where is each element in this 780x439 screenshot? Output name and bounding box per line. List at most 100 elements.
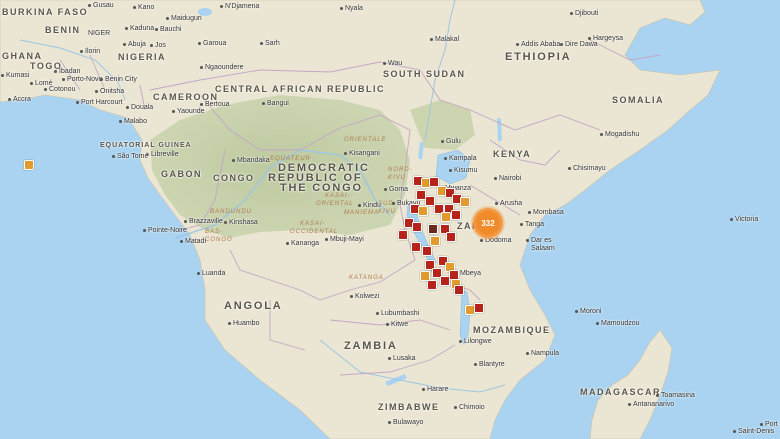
city-label-cotonou: Cotonou	[44, 86, 75, 94]
city-label-kisangani: Kisangani	[344, 150, 380, 158]
city-label-port-louis: Port L	[760, 421, 780, 429]
city-label-nyala: Nyala	[340, 5, 363, 13]
country-label-equatorial-guinea: EQUATORIAL GUINEA	[100, 142, 192, 149]
city-label-goma: Goma	[384, 186, 408, 194]
region-label-kasai-or-1: KASAI-	[325, 193, 351, 199]
project-marker[interactable]	[428, 224, 438, 234]
country-label-angola: ANGOLA	[224, 300, 283, 312]
city-label-mbuji-mayi: Mbuji-Mayi	[325, 236, 364, 244]
city-label-bauchi: Bauchi	[155, 26, 181, 34]
project-marker[interactable]	[451, 210, 461, 220]
city-label-antananarivo: Antananarivo	[628, 401, 674, 409]
city-label-ngaoundere: Ngaoundere	[200, 64, 244, 72]
country-label-kenya: KENYA	[493, 149, 532, 159]
city-label-gusau: Gusau	[88, 2, 114, 10]
region-label-kasai-occ-2: OCCIDENTAL	[290, 229, 339, 235]
city-label-saint-denis: Saint-Denis	[733, 428, 774, 436]
country-label-ethiopia: ETHIOPIA	[505, 51, 572, 63]
project-marker[interactable]	[427, 280, 437, 290]
city-label-accra: Accra	[8, 96, 31, 104]
project-marker[interactable]	[440, 276, 450, 286]
project-marker[interactable]	[24, 160, 34, 170]
project-marker[interactable]	[474, 303, 484, 313]
city-label-mogadishu: Mogadishu	[600, 131, 639, 139]
city-label-maiduguri: Maiduguri	[166, 15, 202, 23]
city-label-ndjamena: N'Djamena	[220, 3, 259, 11]
country-label-south-sudan: SOUTH SUDAN	[383, 69, 466, 79]
city-label-onitsha: Onitsha	[95, 88, 124, 96]
region-label-bas-congo-2: CONGO	[205, 237, 233, 243]
project-marker[interactable]	[411, 242, 421, 252]
region-label-maniema: MANIEMA	[344, 210, 380, 216]
city-label-kitwe: Kitwe	[386, 321, 408, 329]
country-label-madagascar: MADAGASCAR	[580, 387, 661, 397]
city-label-chimoio: Chimoio	[454, 404, 485, 412]
city-label-addis-ababa: Addis Ababa	[516, 41, 560, 49]
marker-cluster[interactable]: 332	[473, 208, 503, 238]
country-label-zimbabwe: ZIMBABWE	[378, 402, 440, 412]
region-label-nord-kivu-1: NORD-	[388, 167, 413, 173]
country-label-cameroon: CAMEROON	[153, 92, 219, 102]
region-label-kasai-or-2: ORIENTAL	[316, 201, 354, 207]
city-label-kisumu: Kisumu	[449, 167, 477, 175]
city-label-victoria: Victoria	[730, 216, 758, 224]
region-label-katanga: KATANGA	[349, 275, 384, 281]
city-label-tanga: Tanga	[520, 221, 544, 229]
city-label-kumasi: Kumasi	[1, 72, 29, 80]
city-label-malakal: Malakal	[430, 36, 459, 44]
city-label-kaduna: Kaduna	[125, 25, 154, 33]
project-marker[interactable]	[454, 285, 464, 295]
country-label-drc-2: REPUBLIC OF	[268, 172, 363, 184]
city-label-ibadan: Ibadan	[54, 68, 80, 76]
city-label-dodoma: Dodoma	[480, 237, 511, 245]
project-marker[interactable]	[430, 236, 440, 246]
region-label-orientale: ORIENTALE	[344, 137, 387, 143]
project-marker[interactable]	[441, 212, 451, 222]
city-label-kampala: Kampala	[444, 155, 477, 163]
project-marker[interactable]	[418, 206, 428, 216]
city-label-kindu: Kindu	[358, 202, 381, 210]
city-label-nampula: Nampula	[526, 350, 559, 358]
city-label-sarh: Sarh	[260, 40, 280, 48]
project-marker[interactable]	[422, 246, 432, 256]
project-marker[interactable]	[398, 230, 408, 240]
city-label-moroni: Moroni	[575, 308, 601, 316]
city-label-garoua: Garoua	[198, 40, 226, 48]
city-label-mombasa: Mombasa	[528, 209, 564, 217]
region-label-bandundu: BANDUNDU	[210, 209, 253, 215]
city-label-kananga: Kananga	[286, 240, 319, 248]
city-label-chisimayu: Chisimayu	[568, 165, 606, 173]
city-label-djibouti: Djibouti	[570, 10, 598, 18]
city-label-wau: Wau	[383, 60, 402, 68]
city-label-harare: Harare	[422, 386, 448, 394]
city-label-porto-novo: Porto-Novo	[62, 76, 102, 84]
region-label-kasai-occ-1: KASAI-	[300, 221, 326, 227]
map-canvas[interactable]: BURKINA FASO BENIN NIGERIA GHANA TOGO NI…	[0, 0, 780, 439]
city-label-sao-tome: São Tomé	[112, 153, 148, 161]
region-label-equateur: EQUATEUR	[270, 156, 311, 162]
city-label-bangui: Bangui	[262, 100, 289, 108]
city-label-huambo: Huambo	[228, 320, 259, 328]
city-label-mbandaka: Mbandaka	[232, 157, 270, 165]
project-marker[interactable]	[412, 222, 422, 232]
city-label-lubumbashi: Lubumbashi	[376, 310, 419, 318]
city-label-lilongwe: Lilongwe	[459, 338, 492, 346]
project-marker[interactable]	[446, 232, 456, 242]
city-label-pointe-noire: Pointe-Noire	[143, 227, 187, 235]
city-label-abuja: Abuja	[123, 41, 146, 49]
city-label-hargeysa: Hargeysa	[588, 35, 623, 43]
city-label-kano: Kano	[133, 4, 154, 12]
project-marker[interactable]	[460, 197, 470, 207]
country-label-car: CENTRAL AFRICAN REPUBLIC	[215, 84, 385, 94]
country-label-nigeria: NIGERIA	[118, 52, 167, 62]
country-label-drc-3: THE CONGO	[280, 182, 363, 194]
city-label-lusaka: Lusaka	[388, 355, 416, 363]
city-label-nairobi: Nairobi	[494, 175, 521, 183]
country-label-drc-1: DEMOCRATIC	[278, 162, 370, 174]
country-label-congo: CONGO	[213, 173, 255, 183]
city-label-port-harcourt: Port Harcourt	[76, 99, 123, 107]
city-label-malabo: Malabo	[119, 118, 147, 126]
country-label-mozambique: MOZAMBIQUE	[473, 325, 551, 335]
city-label-kolwezi: Kolwezi	[350, 293, 379, 301]
city-label-matadi: Matadi	[180, 238, 206, 246]
